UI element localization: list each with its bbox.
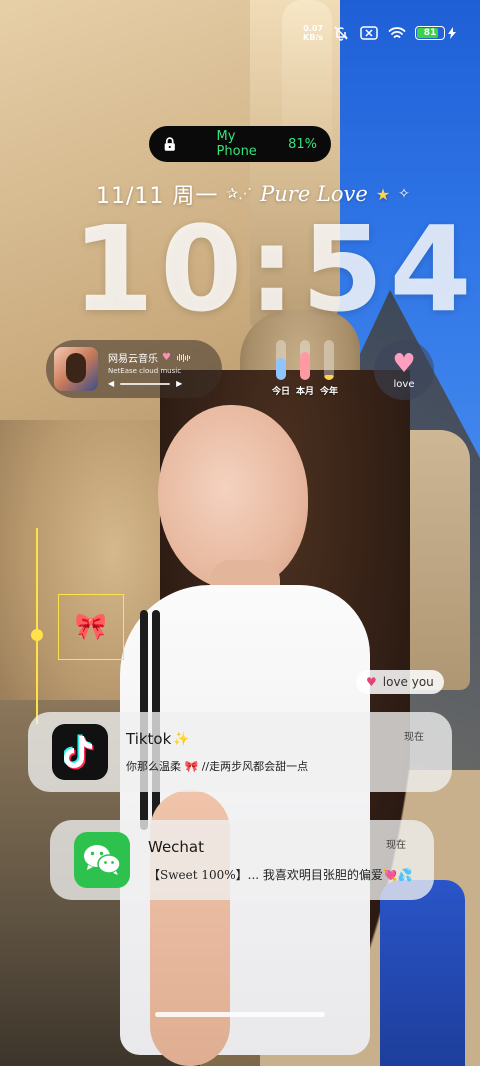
- status-bar: 0.07 KB/s 81: [303, 22, 456, 44]
- sparkle-icon: ✨: [173, 731, 190, 747]
- home-indicator[interactable]: [155, 1012, 325, 1017]
- progress-bar-item: 今年: [318, 340, 340, 402]
- progress-bar-track: [300, 340, 310, 380]
- love-widget[interactable]: ♥ love: [374, 340, 434, 400]
- notification-time: 现在: [386, 840, 406, 851]
- music-widget[interactable]: 网易云音乐 ♥ NetEase cloud music ◀ ▶: [46, 340, 222, 398]
- progress-bar-item: 本月: [294, 340, 316, 402]
- no-sim-icon: [359, 24, 379, 42]
- notification-message: 你那么温柔 🎀 //走两步风都会甜一点: [126, 760, 309, 773]
- progress-bar-label: 本月: [295, 387, 314, 397]
- phone-name: My Phone: [216, 129, 257, 159]
- music-app-subtitle: NetEase cloud music: [108, 367, 182, 375]
- tiktok-app-icon: [52, 724, 108, 780]
- charging-icon: [448, 27, 456, 39]
- wallpaper-bag: [380, 880, 465, 1066]
- bell-off-icon: [331, 24, 351, 42]
- gift-sticker[interactable]: 🎀: [58, 594, 124, 660]
- progress-bar-item: 今日: [270, 340, 292, 402]
- notification-time: 现在: [404, 732, 424, 743]
- side-bracket-handle[interactable]: [31, 629, 43, 641]
- heart-icon: ♥: [366, 675, 377, 689]
- prev-track-icon[interactable]: ◀: [108, 379, 114, 388]
- progress-bar-fill: [276, 358, 286, 380]
- progress-bar-track: [276, 340, 286, 380]
- love-you-tag: ♥ love you: [356, 670, 444, 694]
- notification-body: Tiktok ✨ 你那么温柔 🎀 //走两步风都会甜一点: [126, 730, 436, 774]
- side-bracket-line: [36, 528, 38, 724]
- network-speed-unit: KB/s: [303, 33, 323, 42]
- lock-clock: 10:54: [72, 200, 478, 338]
- wifi-icon: [387, 24, 407, 42]
- love-you-text: love you: [382, 675, 434, 689]
- network-speed: 0.07 KB/s: [303, 24, 323, 42]
- lock-icon: [164, 137, 175, 151]
- phone-status-pill[interactable]: My Phone 81%: [149, 126, 331, 162]
- progress-bar-fill: [324, 375, 334, 380]
- battery-percent: 81: [423, 28, 437, 38]
- network-speed-value: 0.07: [303, 24, 323, 33]
- notification-body: Wechat 【Sweet 100%】... 我喜欢明目张胆的偏爱💘💦: [148, 838, 418, 883]
- phone-battery: 81%: [288, 136, 317, 152]
- heart-icon: ♥: [392, 348, 416, 379]
- notification-wechat[interactable]: Wechat 【Sweet 100%】... 我喜欢明目张胆的偏爱💘💦 现在: [50, 820, 434, 900]
- progress-bar-label: 今年: [319, 387, 338, 397]
- heart-icon: ♥: [162, 352, 171, 363]
- notification-message: 【Sweet 100%】... 我喜欢明目张胆的偏爱💘💦: [148, 867, 413, 882]
- battery-indicator: 81: [415, 26, 456, 40]
- audio-wave-icon: [176, 353, 190, 362]
- music-progress-bar[interactable]: [120, 382, 171, 385]
- music-controls: ◀ ▶: [108, 379, 214, 388]
- album-cover: [54, 347, 98, 391]
- music-app-title: 网易云音乐: [108, 354, 158, 365]
- notification-tiktok[interactable]: Tiktok ✨ 你那么温柔 🎀 //走两步风都会甜一点 现在: [28, 712, 452, 792]
- wechat-app-icon: [74, 832, 130, 888]
- progress-bar-fill: [300, 352, 310, 380]
- love-widget-label: love: [393, 378, 415, 390]
- next-track-icon[interactable]: ▶: [176, 379, 182, 388]
- progress-bar-track: [324, 340, 334, 380]
- music-info: 网易云音乐 ♥ NetEase cloud music ◀ ▶: [108, 350, 214, 388]
- notification-app-name: Tiktok: [126, 730, 172, 748]
- notification-app-name: Wechat: [148, 837, 205, 856]
- gift-bow-icon: 🎀: [74, 612, 108, 642]
- battery-icon: 81: [415, 26, 445, 40]
- progress-bar-label: 今日: [271, 387, 290, 397]
- time-progress-widget[interactable]: 今日 本月 今年: [270, 340, 340, 402]
